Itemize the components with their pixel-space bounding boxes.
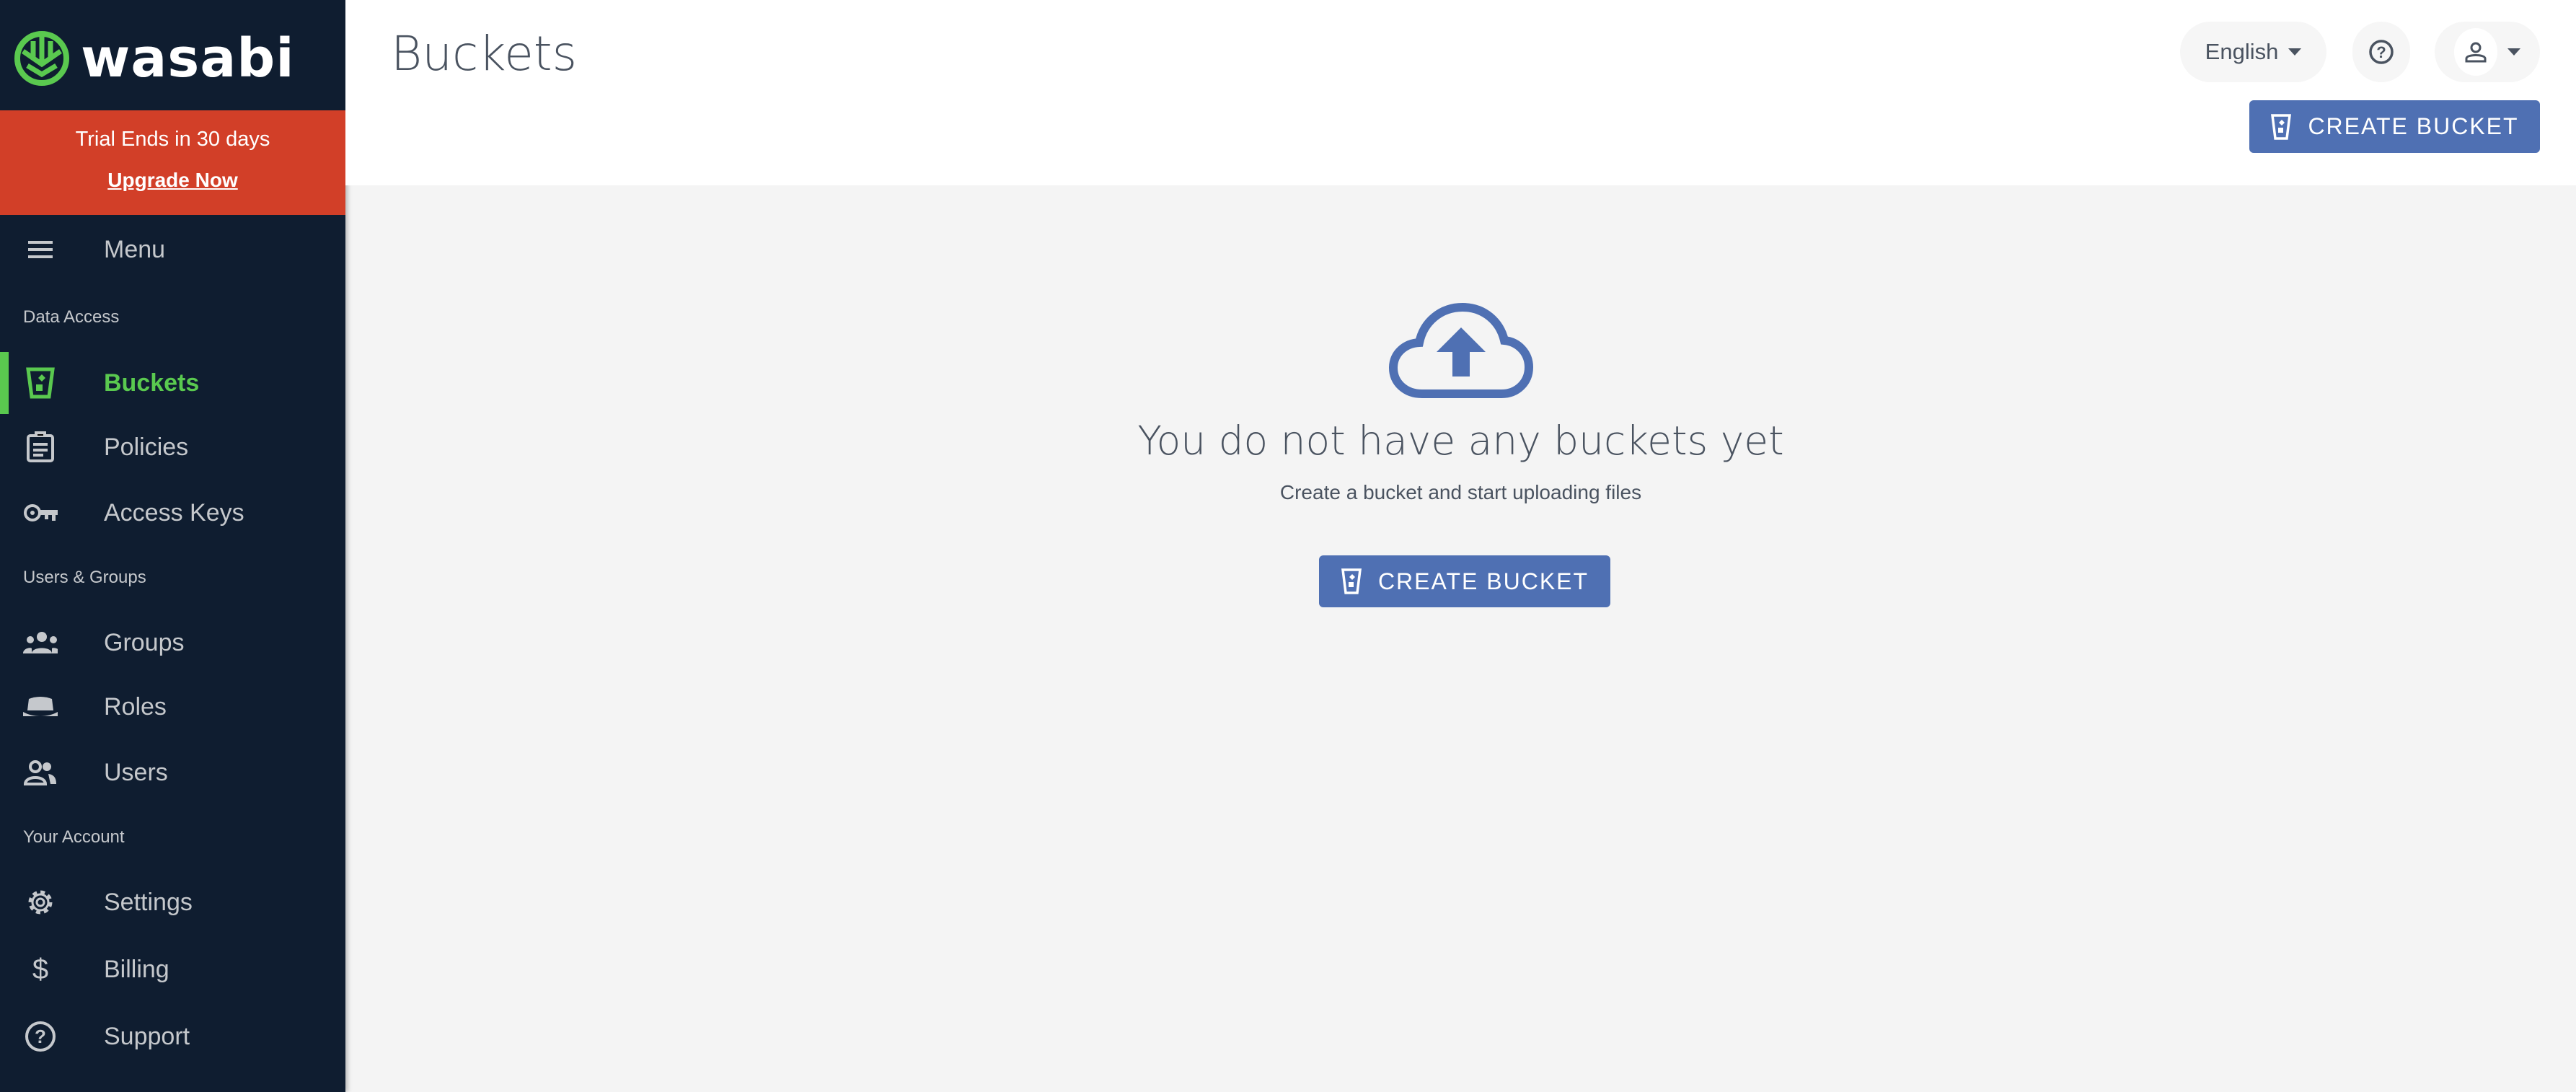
sidebar-item-support[interactable]: ? Support <box>0 1005 345 1067</box>
sidebar-item-label: Groups <box>104 628 185 656</box>
sidebar-item-label: Buckets <box>104 369 200 397</box>
create-bucket-label: CREATE BUCKET <box>2308 113 2519 139</box>
avatar <box>2454 28 2497 76</box>
section-users-groups: Users & Groups <box>23 568 146 587</box>
hamburger-icon <box>23 232 58 267</box>
help-icon: ? <box>2369 40 2394 64</box>
sidebar-item-policies[interactable]: Policies <box>0 416 345 478</box>
trial-banner: Trial Ends in 30 days Upgrade Now <box>0 110 345 215</box>
sidebar-item-groups[interactable]: Groups <box>0 612 345 674</box>
menu-toggle[interactable]: Menu <box>0 219 345 281</box>
bucket-icon <box>1341 568 1362 594</box>
empty-heading: You do not have any buckets yet <box>1137 418 1784 464</box>
wasabi-logo[interactable]: wasabi <box>13 27 295 89</box>
sidebar-item-label: Roles <box>104 692 167 721</box>
sidebar-item-label: Access Keys <box>104 498 244 527</box>
menu-label: Menu <box>104 235 166 263</box>
sidebar-item-label: Users <box>104 758 168 786</box>
user-icon <box>2465 42 2487 63</box>
sidebar-item-buckets[interactable]: Buckets <box>0 352 345 414</box>
sidebar-item-label: Policies <box>104 433 189 461</box>
wasabi-logo-icon <box>14 31 69 86</box>
svg-text:?: ? <box>2376 43 2386 61</box>
page-header: Buckets English ? CREATE BUCKET <box>345 0 2576 185</box>
sidebar-item-access-keys[interactable]: Access Keys <box>0 482 345 544</box>
help-icon: ? <box>23 1019 58 1054</box>
caret-down-icon <box>2507 48 2520 56</box>
create-bucket-button-empty[interactable]: CREATE BUCKET <box>1319 555 1610 607</box>
trial-text: Trial Ends in 30 days <box>75 128 270 151</box>
key-icon <box>23 496 58 530</box>
sidebar-item-label: Settings <box>104 888 193 916</box>
hat-icon <box>23 690 58 724</box>
sidebar-item-billing[interactable]: $ Billing <box>0 938 345 1000</box>
sidebar-item-roles[interactable]: Roles <box>0 676 345 738</box>
clipboard-icon <box>23 430 58 464</box>
language-select[interactable]: English <box>2180 22 2326 82</box>
create-bucket-label: CREATE BUCKET <box>1377 568 1589 594</box>
sidebar-item-label: Billing <box>104 955 169 983</box>
cloud-upload-icon <box>1388 302 1533 398</box>
svg-text:?: ? <box>35 1026 46 1047</box>
sidebar-item-users[interactable]: Users <box>0 741 345 803</box>
upgrade-now-link[interactable]: Upgrade Now <box>107 169 237 192</box>
language-label: English <box>2205 39 2279 64</box>
empty-state: You do not have any buckets yet Create a… <box>345 301 2576 504</box>
gear-icon <box>23 885 58 920</box>
bucket-icon <box>2271 113 2292 140</box>
sidebar-item-settings[interactable]: Settings <box>0 871 345 933</box>
users-icon <box>23 755 58 790</box>
groups-icon <box>23 625 58 660</box>
sidebar-item-label: Support <box>104 1022 190 1050</box>
section-data-access: Data Access <box>23 307 120 327</box>
create-bucket-button[interactable]: CREATE BUCKET <box>2249 100 2540 153</box>
page-title: Buckets <box>391 26 578 82</box>
help-button[interactable]: ? <box>2352 22 2410 82</box>
dollar-icon: $ <box>32 953 49 985</box>
caret-down-icon <box>2288 48 2302 56</box>
section-your-account: Your Account <box>23 827 125 847</box>
bucket-icon <box>23 366 58 400</box>
empty-subtext: Create a bucket and start uploading file… <box>1279 481 1642 503</box>
account-menu-button[interactable] <box>2435 22 2540 82</box>
sidebar: wasabi Trial Ends in 30 days Upgrade Now… <box>0 0 345 1092</box>
